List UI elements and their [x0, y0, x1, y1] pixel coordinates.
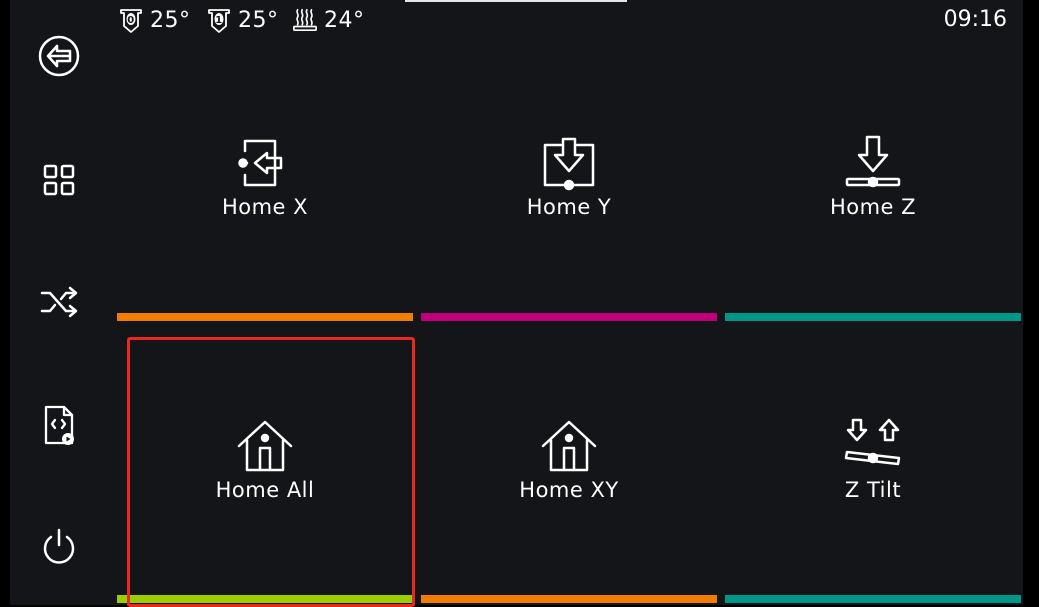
sidebar: [10, 0, 108, 605]
bed-temp[interactable]: 24°: [292, 6, 365, 34]
status-bar: 0 25° 1 25° 24° 09:16: [108, 0, 1023, 40]
extruder1-temp-value: 25°: [238, 7, 279, 33]
power-button[interactable]: [34, 522, 84, 572]
home-x-icon: [238, 139, 283, 187]
extruder1-temp[interactable]: 1 25°: [206, 6, 279, 34]
power-icon: [43, 528, 75, 564]
extruder-0-icon: 0: [120, 9, 142, 33]
move-button[interactable]: [34, 277, 84, 327]
home-z-button[interactable]: Home Z: [725, 133, 1021, 219]
svg-text:0: 0: [127, 15, 134, 26]
shuffle-icon: [40, 286, 78, 318]
extruder-1-icon: 1: [208, 9, 230, 33]
home-xy-icon: [541, 420, 597, 472]
svg-text:1: 1: [215, 15, 222, 26]
home-y-label: Home Y: [526, 195, 612, 219]
printer-screen: 0 25° 1 25° 24° 09:16 Home X Home Y Home…: [10, 0, 1023, 607]
home-xy-label: Home XY: [519, 478, 619, 502]
z-tilt-accent-bar: [725, 595, 1021, 603]
heated-bed-icon: [293, 8, 317, 32]
extruder0-temp[interactable]: 0 25°: [118, 6, 191, 34]
home-x-button[interactable]: Home X: [117, 133, 413, 219]
home-y-accent-bar: [421, 313, 717, 321]
z-tilt-button[interactable]: Z Tilt: [725, 416, 1021, 502]
selection-highlight: [127, 337, 415, 607]
bed-temp-value: 24°: [324, 7, 365, 33]
home-y-icon: [543, 137, 595, 191]
menu-button[interactable]: [34, 155, 84, 205]
home-z-accent-bar: [725, 313, 1021, 321]
home-z-icon: [845, 135, 901, 188]
clock: 09:16: [943, 7, 1007, 32]
extruder0-temp-value: 25°: [150, 7, 191, 33]
z-tilt-label: Z Tilt: [844, 478, 902, 502]
back-arrow-icon: [38, 35, 80, 77]
z-tilt-icon: [844, 418, 901, 466]
gcode-button[interactable]: [34, 400, 84, 450]
grid-menu-icon: [43, 164, 75, 196]
home-x-label: Home X: [221, 195, 309, 219]
back-button[interactable]: [34, 31, 84, 81]
home-x-accent-bar: [117, 313, 413, 321]
gcode-file-icon: [44, 405, 74, 445]
home-y-button[interactable]: Home Y: [421, 133, 717, 219]
home-xy-button[interactable]: Home XY: [421, 416, 717, 502]
home-z-label: Home Z: [829, 195, 917, 219]
home-xy-accent-bar: [421, 595, 717, 603]
